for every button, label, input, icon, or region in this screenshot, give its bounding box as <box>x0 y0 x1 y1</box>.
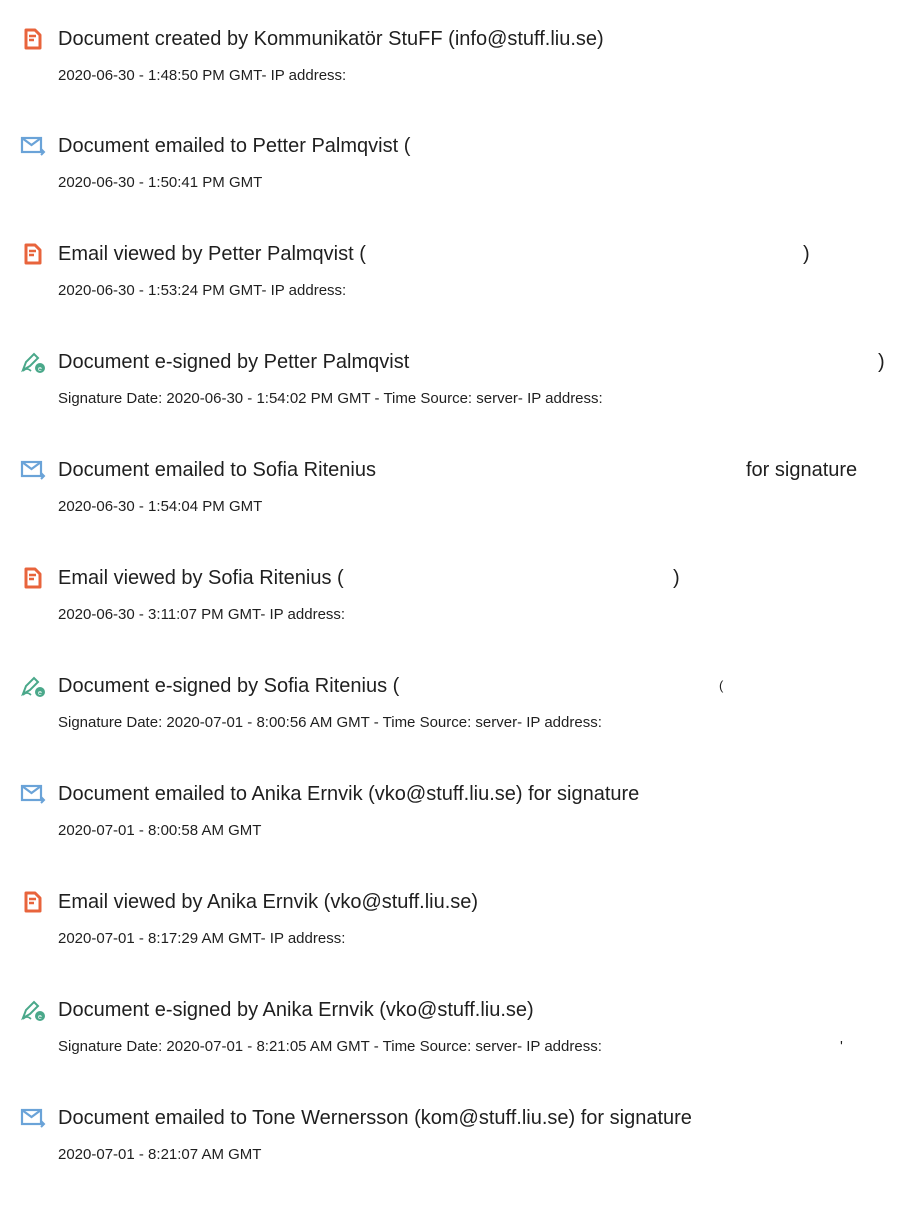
document-icon <box>20 241 46 267</box>
entry-title: Email viewed by Sofia Ritenius ( <box>58 567 344 589</box>
log-entry: e Document e-signed by Sofia Ritenius ( … <box>0 673 907 763</box>
entry-meta: Signature Date: 2020-07-01 - 8:21:05 AM … <box>58 1038 602 1055</box>
log-entry: Document emailed to Petter Palmqvist ( 2… <box>0 133 907 223</box>
entry-title-trail: ) <box>878 351 885 373</box>
email-icon <box>20 1105 46 1131</box>
log-entry: Document created by Kommunikatör StuFF (… <box>0 26 907 116</box>
log-entry: Document emailed to Anika Ernvik (vko@st… <box>0 781 907 871</box>
email-icon <box>20 781 46 807</box>
svg-text:e: e <box>38 366 42 373</box>
entry-meta: 2020-06-30 - 1:54:04 PM GMT <box>58 498 263 515</box>
log-entry: Document emailed to Tone Wernersson (kom… <box>0 1105 907 1195</box>
sign-icon: e <box>20 349 46 375</box>
log-entry: e Document e-signed by Anika Ernvik (vko… <box>0 997 907 1087</box>
entry-meta: 2020-06-30 - 1:48:50 PM GMT- IP address: <box>58 67 347 84</box>
log-entry: Document emailed to Sofia Ritenius for s… <box>0 457 907 547</box>
entry-title: Email viewed by Anika Ernvik (vko@stuff.… <box>58 891 479 913</box>
entry-meta: 2020-06-30 - 3:11:07 PM GMT- IP address: <box>58 606 346 623</box>
entry-title: Document e-signed by Sofia Ritenius ( <box>58 675 400 697</box>
entry-title-trail: ) <box>803 243 810 265</box>
entry-meta: Signature Date: 2020-07-01 - 8:00:56 AM … <box>58 714 602 731</box>
entry-title: Email viewed by Petter Palmqvist ( <box>58 243 366 265</box>
entry-title: Document emailed to Anika Ernvik (vko@st… <box>58 783 640 805</box>
log-entry: Email viewed by Anika Ernvik (vko@stuff.… <box>0 889 907 979</box>
entry-title: Document emailed to Sofia Ritenius <box>58 459 376 481</box>
entry-title: Document e-signed by Petter Palmqvist <box>58 351 410 373</box>
entry-title-trail: for signature <box>746 459 858 481</box>
document-icon <box>20 26 46 52</box>
entry-title-trail: ) <box>673 567 680 589</box>
log-entry: Email viewed by Petter Palmqvist ( ) 202… <box>0 241 907 331</box>
sign-icon: e <box>20 673 46 699</box>
entry-meta: Signature Date: 2020-06-30 - 1:54:02 PM … <box>58 390 603 407</box>
log-entry: e Document e-signed by Petter Palmqvist … <box>0 349 907 439</box>
entry-meta: 2020-06-30 - 1:50:41 PM GMT <box>58 174 263 191</box>
svg-text:e: e <box>38 1014 42 1021</box>
log-entry: Email viewed by Sofia Ritenius ( ) 2020-… <box>0 565 907 655</box>
entry-title: Document emailed to Tone Wernersson (kom… <box>58 1107 692 1129</box>
entry-title: Document created by Kommunikatör StuFF (… <box>58 28 604 50</box>
entry-title-trail: ( <box>719 678 724 693</box>
entry-meta: 2020-07-01 - 8:21:07 AM GMT <box>58 1146 262 1163</box>
svg-text:e: e <box>38 690 42 697</box>
entry-meta: 2020-06-30 - 1:53:24 PM GMT- IP address: <box>58 282 347 299</box>
entry-meta: 2020-07-01 - 8:00:58 AM GMT <box>58 822 262 839</box>
entry-title: Document emailed to Petter Palmqvist ( <box>58 135 411 157</box>
entry-meta-trail: ' <box>840 1038 843 1055</box>
entry-title: Document e-signed by Anika Ernvik (vko@s… <box>58 999 534 1021</box>
sign-icon: e <box>20 997 46 1023</box>
email-icon <box>20 457 46 483</box>
document-icon <box>20 565 46 591</box>
entry-meta: 2020-07-01 - 8:17:29 AM GMT- IP address: <box>58 930 346 947</box>
email-icon <box>20 133 46 159</box>
document-icon <box>20 889 46 915</box>
